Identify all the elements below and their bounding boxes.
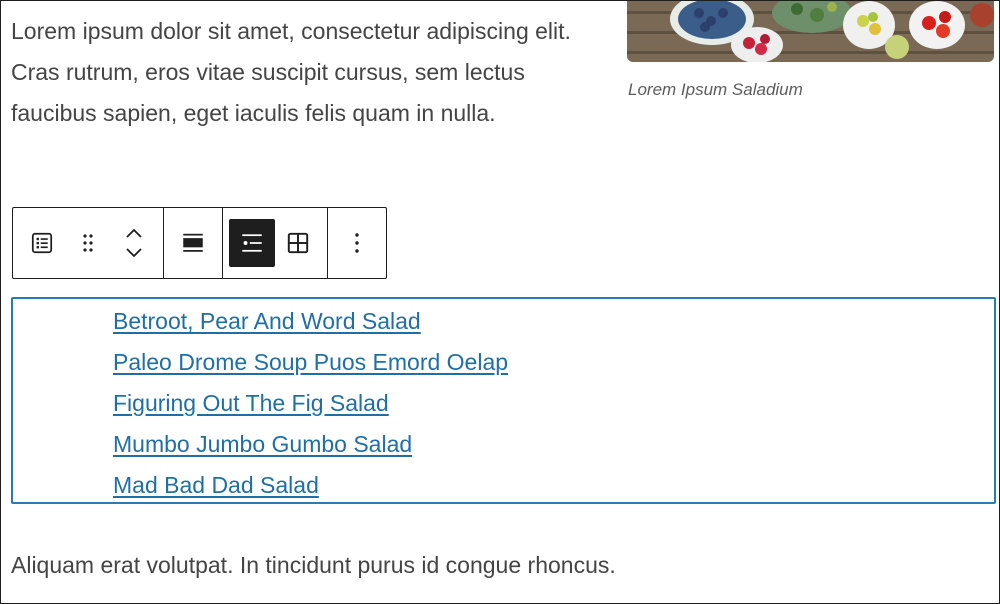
block-type-button[interactable] [19,219,65,267]
latest-posts-block[interactable]: Betroot, Pear And Word Salad Paleo Drome… [11,297,996,504]
toolbar-group-view [223,208,328,278]
block-mover [111,213,157,273]
grid-view-button[interactable] [275,219,321,267]
salad-photo[interactable] [627,1,994,62]
drag-handle-button[interactable] [65,219,111,267]
list-item: Paleo Drome Soup Puos Emord Oelap [113,342,508,383]
align-button[interactable] [170,219,216,267]
list-item: Mad Bad Dad Salad [113,465,508,506]
block-toolbar [12,207,387,279]
move-down-icon[interactable] [122,243,146,263]
post-link[interactable]: Figuring Out The Fig Salad [113,390,389,416]
image-block[interactable]: Lorem Ipsum Saladium [627,1,995,100]
grid-view-icon [287,232,309,254]
list-item: Betroot, Pear And Word Salad [113,301,508,342]
more-options-icon [355,233,359,253]
toolbar-group-block [13,208,164,278]
post-link[interactable]: Mumbo Jumbo Gumbo Salad [113,431,412,457]
more-options-button[interactable] [334,219,380,267]
align-icon [183,233,203,252]
post-link[interactable]: Paleo Drome Soup Puos Emord Oelap [113,349,508,375]
outro-paragraph[interactable]: Aliquam erat volutpat. In tincidunt puru… [11,545,616,586]
posts-list: Betroot, Pear And Word Salad Paleo Drome… [113,301,508,506]
editor-canvas: Lorem ipsum dolor sit amet, consectetur … [0,0,1000,604]
intro-paragraph[interactable]: Lorem ipsum dolor sit amet, consectetur … [11,11,611,134]
list-view-icon [242,234,262,252]
image-caption[interactable]: Lorem Ipsum Saladium [628,80,995,100]
toolbar-group-align [164,208,223,278]
post-link[interactable]: Mad Bad Dad Salad [113,472,319,498]
toolbar-group-more [328,208,386,278]
latest-posts-block-icon [31,232,53,254]
list-item: Figuring Out The Fig Salad [113,383,508,424]
list-view-button[interactable] [229,219,275,267]
post-link[interactable]: Betroot, Pear And Word Salad [113,308,421,334]
drag-handle-icon [83,234,93,252]
move-up-icon[interactable] [122,223,146,243]
list-item: Mumbo Jumbo Gumbo Salad [113,424,508,465]
